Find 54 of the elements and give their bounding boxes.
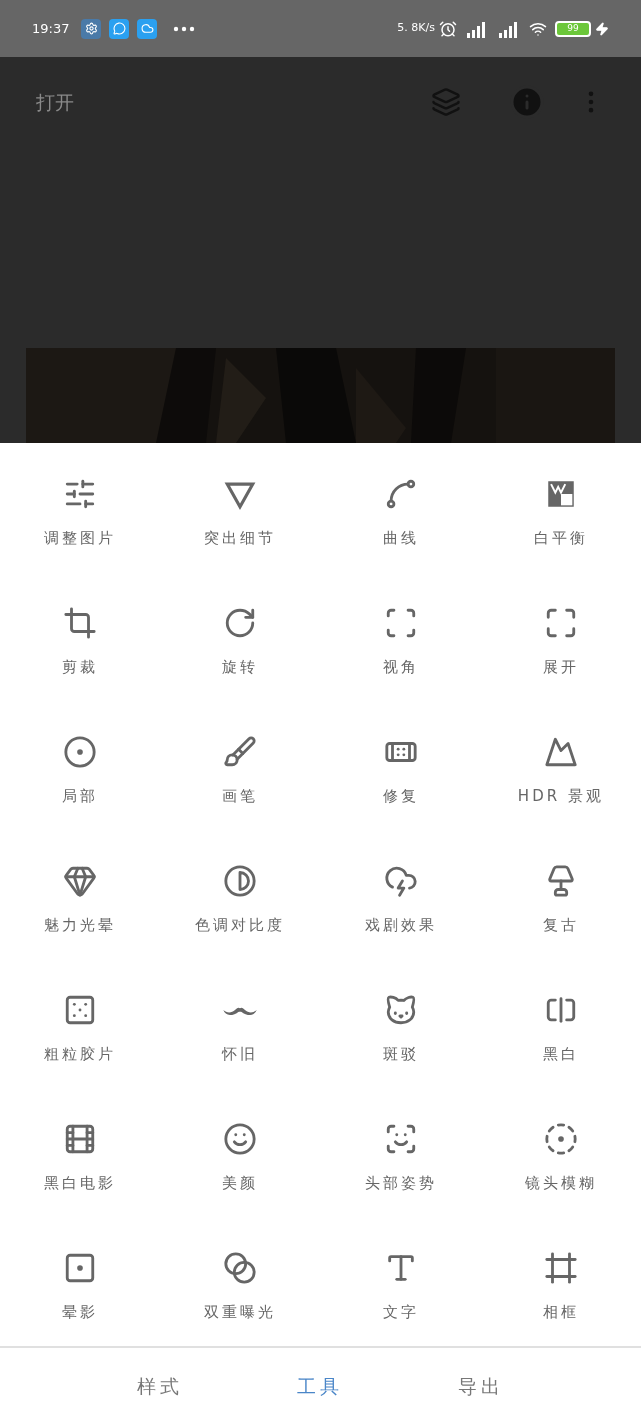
tool-button[interactable]: 相框	[480, 1217, 641, 1346]
tool-button[interactable]: 复古	[480, 830, 641, 959]
tool-button[interactable]: 调整图片	[0, 443, 161, 572]
tool-button[interactable]: 突出细节	[160, 443, 321, 572]
tool-button[interactable]: 曲线	[320, 443, 481, 572]
tool-button[interactable]: 视角	[320, 572, 481, 701]
chat-icon	[109, 18, 130, 39]
tool-button[interactable]: 画笔	[160, 701, 321, 830]
tool-button[interactable]: 旋转	[160, 572, 321, 701]
cloud-icon	[137, 18, 158, 39]
diamond-icon	[63, 864, 98, 898]
tool-button[interactable]: 魅力光晕	[0, 830, 161, 959]
layers-icon[interactable]	[431, 87, 461, 117]
settings-icon	[81, 18, 102, 39]
mustache-icon	[223, 1005, 258, 1015]
tool-button[interactable]: 剪裁	[0, 572, 161, 701]
dotted-circle-icon	[543, 1122, 578, 1156]
alarm-icon	[439, 19, 457, 38]
tool-button[interactable]: 双重曝光	[160, 1217, 321, 1346]
more-notifications-icon	[173, 25, 196, 32]
network-speed: 5. 8K/s	[397, 20, 435, 37]
tool-button[interactable]: 色调对比度	[160, 830, 321, 959]
tool-button[interactable]: 展开	[480, 572, 641, 701]
tool-button[interactable]: 怀旧	[160, 959, 321, 1088]
tool-button[interactable]: 黑白电影	[0, 1088, 161, 1217]
crop-icon	[63, 606, 98, 640]
storm-cloud-icon	[383, 864, 418, 898]
tool-button[interactable]: 修复	[320, 701, 481, 830]
battery-icon: 99	[555, 20, 591, 37]
tool-button[interactable]: 白平衡	[480, 443, 641, 572]
tool-button[interactable]: 戏剧效果	[320, 830, 481, 959]
charging-icon	[595, 21, 609, 36]
tool-button[interactable]: 黑白	[480, 959, 641, 1088]
tool-button[interactable]: HDR 景观	[480, 701, 641, 830]
brush-icon	[223, 735, 258, 769]
tab[interactable]: 样式	[80, 1348, 241, 1424]
frame-icon	[543, 1251, 578, 1285]
tool-button[interactable]: 局部	[0, 701, 161, 830]
tool-button[interactable]: 头部姿势	[320, 1088, 481, 1217]
tool-button[interactable]: 美颜	[160, 1088, 321, 1217]
time: 19:37	[32, 19, 70, 38]
tool-button[interactable]: 粗粒胶片	[0, 959, 161, 1088]
tool-button[interactable]: 镜头模糊	[480, 1088, 641, 1217]
open-button[interactable]: 打开	[36, 87, 74, 117]
target-icon	[63, 735, 98, 769]
mountains-icon	[543, 735, 578, 769]
contrast-icon	[223, 864, 258, 898]
overlapping-circles-icon	[223, 1251, 258, 1285]
tool-button[interactable]: 斑驳	[320, 959, 481, 1088]
face-icon	[223, 1122, 258, 1156]
tab[interactable]: 导出	[400, 1348, 561, 1424]
tool-button[interactable]: 晕影	[0, 1217, 161, 1346]
tool-button[interactable]: 文字	[320, 1217, 481, 1346]
tab[interactable]: 工具	[240, 1348, 401, 1424]
